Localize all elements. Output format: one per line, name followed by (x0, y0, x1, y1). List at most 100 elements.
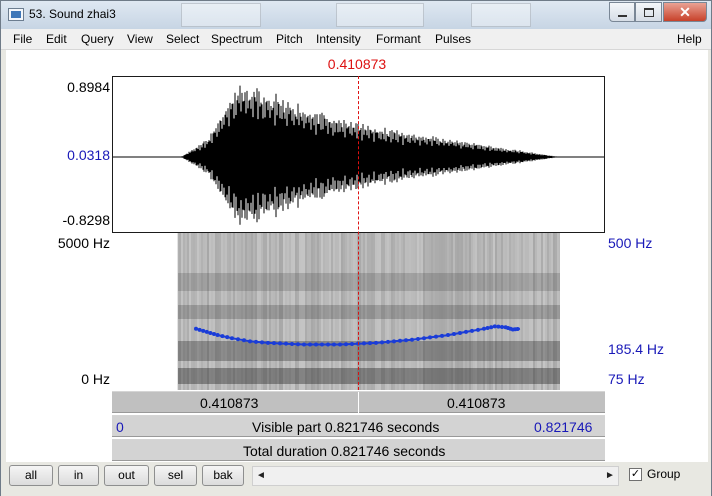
pitch-point (332, 342, 336, 347)
pitch-point (434, 334, 438, 339)
menu-formant[interactable]: Formant (376, 32, 421, 46)
scroll-right-icon[interactable]: ► (602, 467, 618, 485)
pitch-point (374, 340, 378, 345)
pitch-point (416, 336, 420, 341)
spectrogram-max-freq-label: 5000 Hz (57, 235, 110, 251)
menu-view[interactable]: View (127, 32, 153, 46)
pitch-point (212, 332, 216, 337)
visible-part-bar[interactable]: 0 Visible part 0.821746 seconds 0.821746 (112, 415, 605, 437)
zoom-in-button[interactable]: in (58, 465, 99, 486)
visible-part-text: Visible part 0.821746 seconds (252, 419, 440, 435)
menu-pulses[interactable]: Pulses (435, 32, 471, 46)
pitch-point (485, 325, 490, 330)
menu-intensity[interactable]: Intensity (316, 32, 361, 46)
menu-query[interactable]: Query (81, 32, 114, 46)
pitch-point (230, 336, 234, 341)
zoom-out-button[interactable]: out (104, 465, 149, 486)
pitch-point (362, 341, 366, 346)
group-checkbox[interactable]: ✓ (629, 468, 642, 481)
maximize-button[interactable] (635, 2, 662, 22)
maximize-icon (644, 8, 654, 17)
pitch-point (392, 339, 396, 344)
zoom-selection-button[interactable]: sel (154, 465, 197, 486)
time-scrollbar[interactable]: ◄ ► (252, 466, 619, 486)
pitch-point (326, 342, 330, 347)
group-checkbox-label: Group (647, 467, 681, 481)
waveform-min-label: -0.8298 (62, 212, 110, 228)
pitch-point (404, 338, 408, 343)
pitch-point (428, 335, 432, 340)
pitch-point (208, 330, 213, 335)
menu-edit[interactable]: Edit (46, 32, 67, 46)
formant-band (178, 368, 560, 384)
cursor-time-readout: 0.410873 (327, 56, 387, 72)
pitch-point (458, 330, 462, 335)
pitch-point (344, 342, 348, 347)
pitch-point (314, 342, 318, 347)
pitch-point (422, 336, 426, 341)
pitch-point (302, 342, 306, 347)
pitch-point (464, 329, 468, 334)
pitch-point (500, 324, 504, 329)
waveform-max-label: 0.8984 (67, 79, 110, 95)
pitch-point (248, 339, 252, 344)
pitch-point (308, 342, 312, 347)
pitch-point (386, 339, 390, 344)
zoom-back-button[interactable]: bak (202, 465, 244, 486)
pitch-point (254, 339, 258, 344)
close-icon: ✕ (679, 4, 691, 20)
formant-band (178, 305, 560, 319)
title-bar: 53. Sound zhai3 ✕ (1, 1, 711, 29)
pitch-point (242, 338, 246, 343)
pitch-point (476, 327, 480, 332)
pitch-point (489, 325, 494, 330)
scroll-left-icon[interactable]: ◄ (253, 467, 269, 485)
menu-pitch[interactable]: Pitch (276, 32, 303, 46)
pitch-point (260, 340, 264, 345)
pitch-max-label: 500 Hz (608, 235, 653, 251)
pitch-point (350, 341, 354, 346)
sound-editor-window: 53. Sound zhai3 ✕ File Edit Query View S… (0, 0, 712, 496)
pitch-point (446, 333, 450, 338)
total-duration-bar[interactable]: Total duration 0.821746 seconds (112, 439, 605, 461)
praat-app-icon (8, 8, 24, 21)
split-divider (358, 392, 359, 413)
right-segment-duration: 0.410873 (447, 395, 506, 411)
pitch-point (296, 342, 300, 347)
menu-file[interactable]: File (13, 32, 32, 46)
pitch-point (194, 326, 198, 331)
pitch-point (225, 335, 230, 340)
pitch-point (492, 324, 497, 329)
close-button[interactable]: ✕ (663, 2, 707, 22)
selection-split-bar[interactable]: 0.410873 0.410873 (112, 391, 605, 413)
zoom-all-button[interactable]: all (9, 465, 53, 486)
waveform-trace (181, 85, 560, 225)
pitch-point (410, 337, 414, 342)
time-cursor-line (358, 76, 359, 390)
pitch-point (201, 328, 206, 333)
background-window-ghost (471, 3, 531, 27)
menu-select[interactable]: Select (166, 32, 199, 46)
editor-canvas[interactable]: 0.410873 0.8984 0.0318 -0.8298 5000 Hz 0… (6, 50, 708, 462)
pitch-point (236, 337, 240, 342)
pitch-point (220, 334, 225, 339)
pitch-point (515, 327, 520, 332)
background-window-ghost (181, 3, 261, 27)
bottom-toolbar: all in out sel bak ◄ ► ✓ Group (1, 462, 711, 496)
pitch-point (284, 341, 288, 346)
minimize-button[interactable] (609, 2, 635, 22)
pitch-point (215, 333, 220, 338)
pitch-point (290, 341, 294, 346)
pitch-point (470, 328, 474, 333)
left-segment-duration: 0.410873 (200, 395, 259, 411)
pitch-min-label: 75 Hz (608, 371, 645, 387)
window-title: 53. Sound zhai3 (29, 7, 116, 21)
pitch-point (320, 342, 324, 347)
pitch-point (338, 342, 342, 347)
formant-band (178, 273, 560, 291)
spectrogram-min-freq-label: 0 Hz (81, 371, 110, 387)
menu-help[interactable]: Help (677, 32, 702, 46)
menu-bar: File Edit Query View Select Spectrum Pit… (1, 29, 711, 50)
background-window-ghost (336, 3, 424, 27)
menu-spectrum[interactable]: Spectrum (211, 32, 262, 46)
